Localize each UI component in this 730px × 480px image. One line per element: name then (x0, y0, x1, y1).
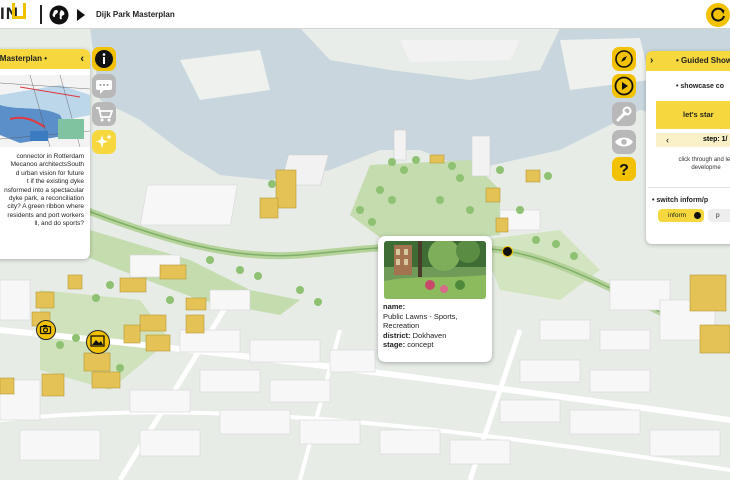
masterplan-panel-title: rk Masterplan • (0, 54, 48, 63)
logo-house-icon (12, 3, 26, 19)
divider (648, 187, 730, 188)
stage-value: concept (407, 340, 434, 350)
cart-icon (96, 107, 114, 122)
location-popup[interactable]: name: Public Lawns - Sports, Recreation … (378, 236, 492, 362)
play-icon[interactable] (77, 9, 85, 21)
refresh-icon (711, 7, 725, 22)
eye-icon (615, 137, 633, 147)
start-tour-button[interactable]: let's star (656, 101, 730, 129)
inform-label: inform (668, 212, 687, 219)
collapse-chevron-right-icon[interactable]: › (650, 51, 653, 71)
sparkles-icon (96, 134, 112, 148)
compass-icon (615, 50, 633, 68)
globe-icon[interactable] (49, 5, 69, 25)
city-map[interactable] (0, 0, 730, 480)
image-marker-icon[interactable] (86, 330, 110, 354)
masterplan-description: connector in Rotterdam Mecanoo architect… (4, 153, 84, 228)
stage-key: stage: (383, 340, 406, 350)
wrench-button[interactable] (612, 102, 636, 126)
name-value: Public Lawns - Sports, Recreation (383, 311, 458, 331)
chat-icon (96, 80, 112, 94)
location-details: name: Public Lawns - Sports, Recreation … (383, 302, 489, 350)
camera-marker-icon[interactable] (36, 320, 56, 340)
info-icon (95, 50, 113, 68)
divider (40, 5, 42, 24)
chat-button[interactable] (92, 74, 116, 98)
name-key: name: (383, 302, 406, 311)
other-mode-button[interactable]: p (708, 209, 730, 222)
location-photo (384, 241, 486, 299)
info-button[interactable] (92, 47, 116, 71)
compass-button[interactable] (612, 47, 636, 71)
refresh-button[interactable] (706, 3, 730, 27)
guided-show-header: › • Guided Show (646, 51, 730, 71)
play-button[interactable] (612, 74, 636, 98)
district-key: district: (383, 330, 411, 340)
sparkles-button[interactable] (92, 130, 116, 154)
info-marker-icon[interactable] (502, 246, 513, 257)
switch-mode-heading: • switch inform/p (652, 197, 709, 204)
guided-show-title: • Guided Show (676, 56, 730, 65)
eye-button[interactable] (612, 130, 636, 154)
help-button[interactable]: ? (612, 157, 636, 181)
guided-show-help: click through and lea developme (678, 157, 730, 171)
step-counter: step: 1/ (703, 136, 728, 143)
district-value: Dokhaven (412, 330, 447, 340)
wrench-icon (616, 106, 632, 122)
showcase-heading: • showcase co (676, 83, 724, 90)
masterplan-panel-header: rk Masterplan • ‹ (0, 49, 90, 69)
masterplan-thumbnail[interactable] (0, 75, 90, 147)
cart-button[interactable] (92, 102, 116, 126)
top-bar: IN Dijk Park Masterplan (0, 0, 730, 29)
previous-step-icon[interactable]: ‹ (666, 133, 669, 147)
collapse-chevron-left-icon[interactable]: ‹ (80, 49, 84, 69)
page-title: Dijk Park Masterplan (96, 10, 175, 19)
guided-show-panel: › • Guided Show • showcase co let's star… (646, 51, 730, 244)
question-icon: ? (619, 162, 629, 179)
svg-text:?: ? (619, 162, 629, 179)
masterplan-panel: rk Masterplan • ‹ connector in Rotterdam… (0, 49, 90, 259)
info-icon (694, 212, 701, 219)
play-circle-icon (614, 76, 634, 96)
inform-mode-button[interactable]: inform (658, 209, 704, 222)
